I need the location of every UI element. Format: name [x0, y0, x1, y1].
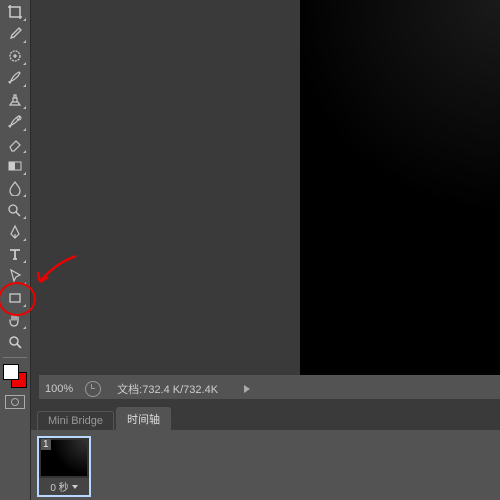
tool-crop[interactable] [3, 2, 27, 22]
tools-toolbar [0, 0, 31, 500]
status-bar: 100% 文档:732.4 K/732.4K [39, 375, 500, 399]
tool-gradient[interactable] [3, 156, 27, 176]
doc-value: 732.4 K/732.4K [142, 384, 218, 396]
frame-duration-label: 0 秒 [50, 479, 68, 494]
tool-history-brush[interactable] [3, 112, 27, 132]
tool-brush[interactable] [3, 68, 27, 88]
tool-eraser[interactable] [3, 134, 27, 154]
frame-duration[interactable]: 0 秒 [39, 478, 89, 495]
doc-prefix: 文档: [117, 384, 142, 396]
clock-icon[interactable] [85, 381, 101, 397]
document-info[interactable]: 文档:732.4 K/732.4K [107, 381, 218, 397]
canvas[interactable] [300, 0, 500, 375]
tool-pen[interactable] [3, 222, 27, 242]
tool-rectangle[interactable] [3, 288, 27, 308]
tool-clone-stamp[interactable] [3, 90, 27, 110]
foreground-color-swatch[interactable] [3, 364, 19, 380]
tab-timeline[interactable]: 时间轴 [116, 407, 171, 430]
zoom-level[interactable]: 100% [39, 383, 79, 395]
tool-spot-heal[interactable] [3, 46, 27, 66]
frame-number: 1 [41, 439, 51, 450]
timeline-frame[interactable]: 1 0 秒 [37, 436, 91, 497]
tool-hand[interactable] [3, 310, 27, 330]
document-area: 100% 文档:732.4 K/732.4K [31, 0, 500, 407]
tool-path-select[interactable] [3, 266, 27, 286]
tool-eyedropper[interactable] [3, 24, 27, 44]
panel-tabs: Mini Bridge 时间轴 [31, 410, 500, 431]
timeline-panel: 1 0 秒 [31, 430, 500, 500]
tool-blur[interactable] [3, 178, 27, 198]
tool-zoom[interactable] [3, 332, 27, 352]
color-swatches[interactable] [3, 364, 27, 388]
play-icon[interactable] [244, 385, 250, 393]
tool-type[interactable] [3, 244, 27, 264]
quick-mask-toggle[interactable] [3, 394, 27, 410]
tool-dodge[interactable] [3, 200, 27, 220]
chevron-down-icon [72, 485, 78, 489]
tab-mini-bridge[interactable]: Mini Bridge [37, 411, 114, 430]
